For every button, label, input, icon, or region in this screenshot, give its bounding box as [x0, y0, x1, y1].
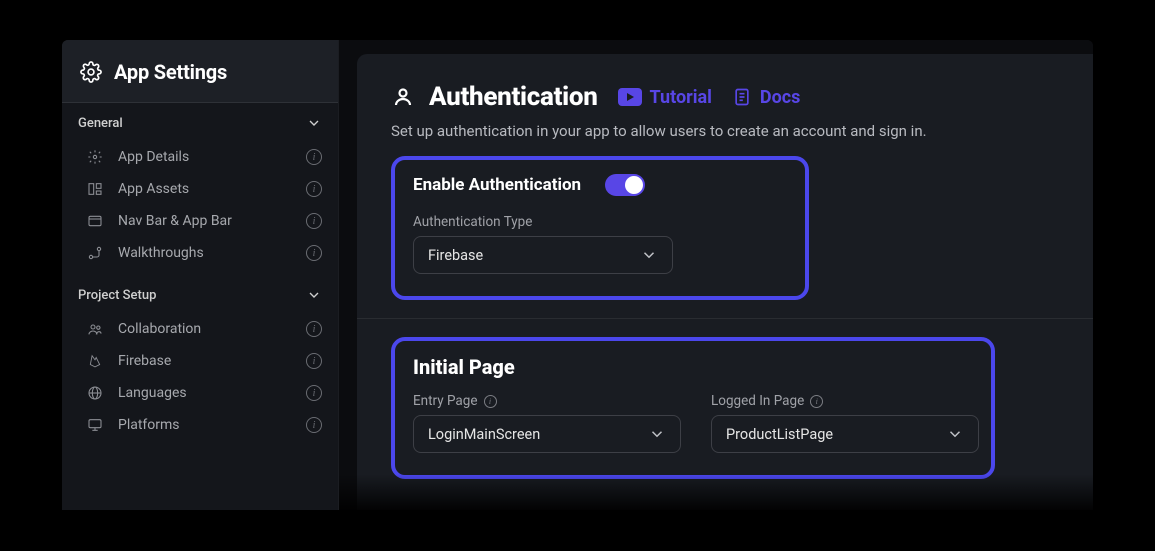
info-icon[interactable]: i [306, 321, 322, 337]
app-window: App Settings General App Details i App A… [62, 40, 1093, 510]
sidebar: App Settings General App Details i App A… [62, 40, 339, 510]
tutorial-link-label: Tutorial [650, 87, 712, 108]
navbar-icon [86, 213, 104, 229]
section-label: Project Setup [78, 288, 156, 303]
users-icon [86, 321, 104, 337]
sidebar-item-label: Languages [118, 385, 187, 401]
sidebar-header: App Settings [62, 40, 338, 103]
entry-page-label: Entry Page i [413, 393, 681, 409]
sidebar-item-label: App Details [118, 149, 189, 165]
sidebar-item-label: Platforms [118, 417, 180, 433]
info-icon[interactable]: i [306, 245, 322, 261]
loggedin-page-value: ProductListPage [726, 426, 833, 443]
page-subtitle: Set up authentication in your app to all… [391, 122, 1059, 140]
enable-auth-label: Enable Authentication [413, 175, 581, 195]
entry-page-select[interactable]: LoginMainScreen [413, 415, 681, 453]
auth-type-value: Firebase [428, 247, 483, 264]
nav-list-project-setup: Collaboration i Firebase i Languages i [62, 311, 338, 447]
loggedin-page-select[interactable]: ProductListPage [711, 415, 979, 453]
section-header-general[interactable]: General [62, 103, 338, 139]
info-icon[interactable]: i [306, 213, 322, 229]
entry-page-label-text: Entry Page [413, 393, 478, 409]
entry-page-field: Entry Page i LoginMainScreen [413, 393, 681, 453]
initial-page-title: Initial Page [413, 355, 973, 379]
auth-type-select[interactable]: Firebase [413, 236, 673, 274]
initial-page-box: Initial Page Entry Page i LoginMainScree… [391, 337, 995, 479]
loggedin-page-field: Logged In Page i ProductListPage [711, 393, 979, 453]
chevron-down-icon [306, 115, 322, 131]
enable-auth-toggle[interactable] [605, 174, 645, 196]
page-title: Authentication [391, 82, 598, 112]
sidebar-item-label: App Assets [118, 181, 189, 197]
chevron-down-icon [648, 425, 666, 443]
toggle-knob [625, 176, 643, 194]
document-icon [732, 87, 752, 107]
sidebar-item-languages[interactable]: Languages i [62, 377, 338, 409]
page-title-text: Authentication [429, 82, 598, 112]
sidebar-item-app-assets[interactable]: App Assets i [62, 173, 338, 205]
entry-page-value: LoginMainScreen [428, 426, 540, 443]
youtube-icon [618, 88, 642, 106]
tutorial-link[interactable]: Tutorial [618, 87, 712, 108]
chevron-down-icon [946, 425, 964, 443]
monitor-icon [86, 417, 104, 433]
loggedin-page-label-text: Logged In Page [711, 393, 804, 409]
docs-link-label: Docs [760, 87, 800, 108]
page-header: Authentication Tutorial Docs [391, 82, 1059, 112]
chevron-down-icon [306, 287, 322, 303]
section-header-project-setup[interactable]: Project Setup [62, 275, 338, 311]
sidebar-item-label: Collaboration [118, 321, 201, 337]
info-icon[interactable]: i [306, 181, 322, 197]
info-icon[interactable]: i [306, 385, 322, 401]
sidebar-item-label: Walkthroughs [118, 245, 204, 261]
sidebar-item-label: Nav Bar & App Bar [118, 213, 232, 229]
sidebar-item-label: Firebase [118, 353, 171, 369]
info-icon[interactable]: i [484, 395, 497, 408]
docs-link[interactable]: Docs [732, 87, 800, 108]
info-icon[interactable]: i [306, 149, 322, 165]
sidebar-item-platforms[interactable]: Platforms i [62, 409, 338, 441]
settings-alt-icon [86, 149, 104, 165]
globe-icon [86, 385, 104, 401]
sidebar-item-firebase[interactable]: Firebase i [62, 345, 338, 377]
divider [357, 318, 1093, 319]
sidebar-item-navbar[interactable]: Nav Bar & App Bar i [62, 205, 338, 237]
person-icon [391, 85, 415, 109]
loggedin-page-label: Logged In Page i [711, 393, 979, 409]
sidebar-title: App Settings [114, 60, 227, 84]
gear-icon [80, 61, 102, 83]
info-icon[interactable]: i [810, 395, 823, 408]
info-icon[interactable]: i [306, 417, 322, 433]
sidebar-item-walkthroughs[interactable]: Walkthroughs i [62, 237, 338, 269]
assets-icon [86, 181, 104, 197]
auth-type-label: Authentication Type [413, 214, 787, 230]
main-content: Authentication Tutorial Docs Set up auth… [339, 40, 1093, 510]
section-label: General [78, 116, 123, 131]
info-icon[interactable]: i [306, 353, 322, 369]
enable-auth-row: Enable Authentication [413, 174, 787, 196]
initial-page-columns: Entry Page i LoginMainScreen Logged I [413, 393, 973, 453]
sidebar-item-collaboration[interactable]: Collaboration i [62, 313, 338, 345]
sidebar-item-app-details[interactable]: App Details i [62, 141, 338, 173]
route-icon [86, 245, 104, 261]
nav-list-general: App Details i App Assets i Nav Bar & App… [62, 139, 338, 275]
firebase-icon [86, 353, 104, 369]
chevron-down-icon [640, 246, 658, 264]
settings-panel: Authentication Tutorial Docs Set up auth… [357, 54, 1093, 510]
enable-auth-box: Enable Authentication Authentication Typ… [391, 156, 809, 300]
